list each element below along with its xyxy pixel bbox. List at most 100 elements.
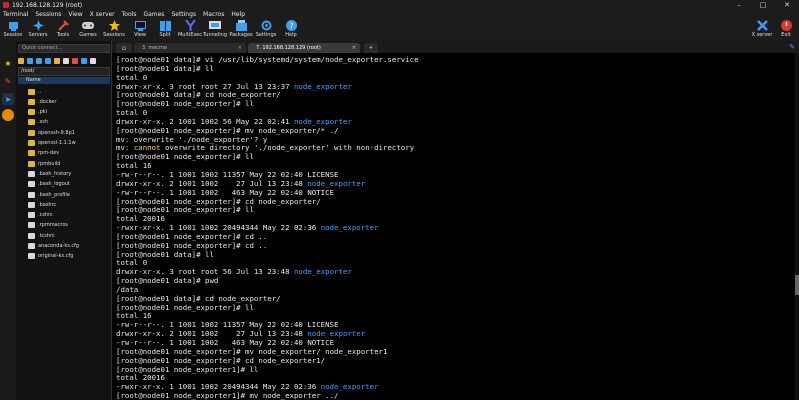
menu-x-server[interactable]: X server <box>90 11 115 18</box>
terminal-line: [root@node01 data]# ll <box>116 249 795 260</box>
menu-sessions[interactable]: Sessions <box>35 11 61 18</box>
file-name: rpm-dev <box>38 150 60 157</box>
column-header-name[interactable]: Name <box>18 77 110 84</box>
help-icon: ? <box>285 20 297 31</box>
exit-button[interactable]: Exit <box>773 20 799 41</box>
link-icon[interactable] <box>81 57 87 64</box>
star-icon[interactable]: ★ <box>2 57 14 69</box>
file-name: .tcshrc <box>38 232 55 239</box>
file-list-item[interactable]: .bash_profile <box>28 190 70 199</box>
download-icon[interactable] <box>36 57 42 64</box>
file-name: .pki <box>38 109 48 116</box>
file-list-item[interactable]: .tcshrc <box>28 231 55 240</box>
file-name: openssh-9.8p1 <box>38 129 75 136</box>
menu-help[interactable]: Help <box>231 11 245 18</box>
file-icon <box>28 181 35 188</box>
menu-macros[interactable]: Macros <box>203 11 224 18</box>
menu-settings[interactable]: Settings <box>171 11 196 18</box>
file-list-item[interactable]: rpmbuild <box>28 159 60 168</box>
sftp-icon[interactable]: ➤ <box>2 93 14 105</box>
file-icon <box>28 170 35 177</box>
file-list-item[interactable]: .pki <box>28 108 47 117</box>
quick-connect-input[interactable]: Quick connect... <box>18 44 110 53</box>
tab-session-3[interactable]: 3. mecme × <box>134 43 246 53</box>
help-button[interactable]: ? Help <box>278 20 304 41</box>
servers-button[interactable]: Servers <box>25 20 51 41</box>
terminal-line: [root@node01 node_exporter]# ll <box>116 302 795 313</box>
minimize-button[interactable]: – <box>727 0 751 10</box>
file-list-item[interactable]: openssh-9.8p1 <box>28 128 75 137</box>
terminal-text: drwxr-xr-x. 3 root root 27 Jul 13 23:37 <box>116 81 294 91</box>
delete-icon[interactable] <box>72 57 78 64</box>
tab-close-icon[interactable]: × <box>238 45 242 51</box>
window-title: 192.168.128.129 (root) <box>12 1 83 9</box>
tab-close-icon[interactable]: × <box>352 45 356 51</box>
path-selector[interactable]: /root/ <box>18 67 110 76</box>
folder-icon <box>28 160 35 167</box>
file-list-item[interactable]: .rpmmacros <box>28 221 68 230</box>
file-icon <box>28 201 35 208</box>
menu-bar: Terminal Sessions View X server Tools Ga… <box>0 10 799 19</box>
xserver-icon <box>756 20 768 31</box>
file-list-item[interactable]: openssl-1.1.1w <box>28 139 76 148</box>
upload-icon[interactable] <box>45 57 51 64</box>
packages-button[interactable]: Packages <box>228 20 254 41</box>
games-button[interactable]: Games <box>75 20 101 41</box>
terminal-output[interactable]: [root@node01 data]# vi /usr/lib/systemd/… <box>112 53 795 400</box>
session-button[interactable]: Session <box>0 20 26 41</box>
terminal-text: [root@node01 node_exporter]# ll <box>116 302 254 312</box>
multiexec-button[interactable]: MultiExec <box>177 20 203 41</box>
terminal-scrollbar[interactable] <box>795 53 799 400</box>
home-tab[interactable]: ⌂ <box>116 43 132 53</box>
file-list-item[interactable]: .cshrc <box>28 211 53 220</box>
sessions-button[interactable]: Sessions <box>101 20 127 41</box>
file-list-item[interactable]: rpm-dev <box>28 149 59 158</box>
file-list-item[interactable]: .bashrc <box>28 200 56 209</box>
file-list-item[interactable]: .bash_logout <box>28 180 70 189</box>
panel-toolbar <box>18 56 110 65</box>
terminal-text: [root@node01 data]# ll <box>116 249 214 259</box>
tunneling-button[interactable]: Tunneling <box>202 20 228 41</box>
file-name: original-ks.cfg <box>38 253 74 260</box>
menu-games[interactable]: Games <box>143 11 164 18</box>
file-list-item[interactable]: .docker <box>28 97 56 106</box>
file-list-item[interactable]: anaconda-ks.cfg <box>28 242 79 251</box>
tools-button[interactable]: Tools <box>50 20 76 41</box>
terminal-text: [root@node01 node_exporter1]# mv node_ex… <box>116 391 339 400</box>
terminal-text: total 0 <box>116 72 148 82</box>
menu-tools[interactable]: Tools <box>122 11 137 18</box>
x-server-button[interactable]: X server <box>749 20 775 41</box>
terminal-text: -rw-r--r--. 1 1001 1002 463 May 22 02:40… <box>116 338 335 347</box>
view-button[interactable]: View <box>127 20 153 41</box>
terminal-text: [root@node01 node_exporter]# cd .. <box>116 240 268 250</box>
terminal-text: [root@node01 node_exporter]# ll <box>116 205 254 215</box>
maximize-button[interactable]: □ <box>751 0 775 10</box>
split-button[interactable]: Split <box>152 20 178 41</box>
terminal-text: total 16 <box>116 161 152 171</box>
folder-up-icon[interactable] <box>18 57 24 64</box>
terminal-text: [root@node01 node_exporter]# mv node_exp… <box>116 125 339 135</box>
new-tab-button[interactable]: + <box>364 43 378 53</box>
new-folder-icon[interactable] <box>54 57 60 64</box>
new-file-icon[interactable] <box>63 57 69 64</box>
tab-session-7[interactable]: 7. 192.168.128.129 (root) × <box>248 43 360 53</box>
macro-icon[interactable] <box>2 109 14 121</box>
file-list-item[interactable]: .bash_history <box>28 169 71 178</box>
file-list-item[interactable]: .. <box>28 87 41 96</box>
file-icon <box>28 191 35 198</box>
file-list-item[interactable]: original-ks.cfg <box>28 252 73 261</box>
tools-icon <box>57 20 69 31</box>
properties-icon[interactable] <box>90 57 96 64</box>
menu-view[interactable]: View <box>68 11 82 18</box>
menu-terminal[interactable]: Terminal <box>3 11 28 18</box>
terminal-line: [root@node01 node_exporter]# ll <box>116 99 795 109</box>
file-list-item[interactable]: .ssh <box>28 118 48 127</box>
multiexec-icon <box>184 20 196 31</box>
attach-icon[interactable]: ✎ <box>789 43 795 51</box>
close-button[interactable]: ✕ <box>775 0 799 10</box>
games-icon <box>82 20 94 31</box>
tools-side-icon[interactable]: ✎ <box>2 75 14 87</box>
scrollbar-thumb[interactable] <box>795 275 799 295</box>
settings-button[interactable]: Settings <box>253 20 279 41</box>
refresh-icon[interactable] <box>27 57 33 64</box>
